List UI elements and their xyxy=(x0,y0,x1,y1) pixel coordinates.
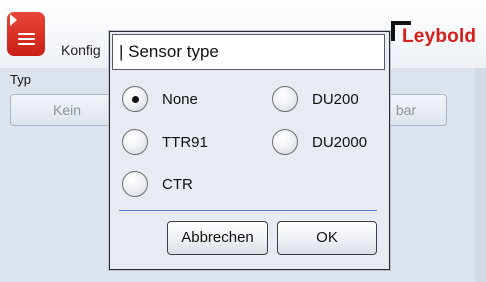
radio-option-none[interactable]: None xyxy=(122,84,198,114)
dialog-separator xyxy=(119,210,377,211)
radio-label-du2000: DU2000 xyxy=(312,133,368,151)
brand-logo: Leybold xyxy=(391,21,477,52)
radio-button-icon[interactable] xyxy=(272,129,298,155)
ok-button[interactable]: OK xyxy=(277,221,377,255)
scrollbar[interactable] xyxy=(475,68,486,282)
type-label: Typ xyxy=(10,72,31,87)
dialog-title: | Sensor type xyxy=(112,34,385,70)
cancel-button[interactable]: Abbrechen xyxy=(167,221,268,255)
radio-label-du200: DU200 xyxy=(312,90,359,108)
menu-button[interactable] xyxy=(7,12,45,56)
radio-option-du200[interactable]: DU200 xyxy=(272,84,359,114)
radio-option-ttr91[interactable]: TTR91 xyxy=(122,127,208,157)
sensor-type-dialog: | Sensor type None DU200 TTR91 DU2000 CT… xyxy=(109,31,390,270)
page-title: Konfig xyxy=(61,42,101,58)
radio-button-icon[interactable] xyxy=(122,86,148,112)
radio-label-ttr91: TTR91 xyxy=(162,133,208,151)
hamburger-icon xyxy=(18,33,35,45)
radio-button-icon[interactable] xyxy=(272,86,298,112)
logo-text: Leybold xyxy=(402,26,477,47)
radio-option-du2000[interactable]: DU2000 xyxy=(272,127,367,157)
type-field[interactable]: Kein xyxy=(10,94,124,126)
radio-button-icon[interactable] xyxy=(122,129,148,155)
radio-label-ctr: CTR xyxy=(162,175,193,193)
radio-option-ctr[interactable]: CTR xyxy=(122,169,193,199)
play-indicator-icon xyxy=(10,14,17,26)
radio-button-icon[interactable] xyxy=(122,171,148,197)
radio-label-none: None xyxy=(162,90,198,108)
